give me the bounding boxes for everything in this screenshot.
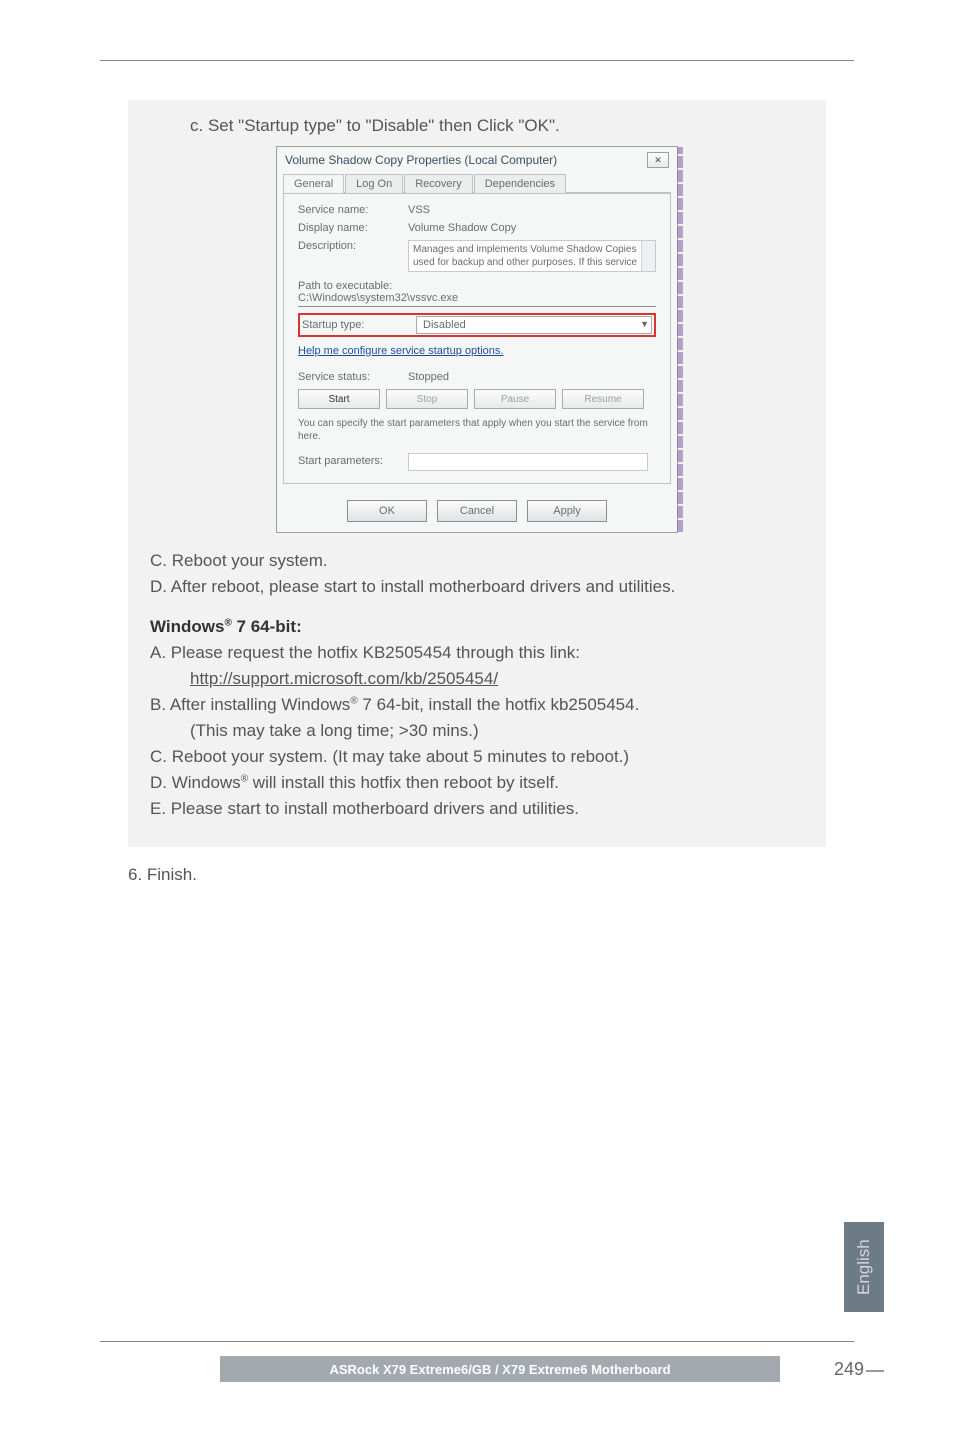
reg-mark-3: ® bbox=[241, 773, 248, 784]
dialog-wrap: Volume Shadow Copy Properties (Local Com… bbox=[150, 146, 804, 533]
striped-edge bbox=[677, 147, 683, 532]
resume-button: Resume bbox=[562, 389, 644, 409]
close-button[interactable]: ✕ bbox=[647, 152, 669, 168]
stop-button: Stop bbox=[386, 389, 468, 409]
w64-B-note: (This may take a long time; >30 mins.) bbox=[190, 721, 804, 741]
footer-bar: ASRock X79 Extreme6/GB / X79 Extreme6 Mo… bbox=[220, 1356, 780, 1382]
startup-dropdown[interactable]: Disabled ▼ bbox=[416, 316, 652, 334]
footer-text: ASRock X79 Extreme6/GB / X79 Extreme6 Mo… bbox=[329, 1362, 670, 1377]
win64-heading: Windows® 7 64-bit: bbox=[150, 617, 804, 637]
w64-B2: 7 64-bit, install the hotfix kb2505454. bbox=[358, 695, 640, 714]
w64-D2: will install this hotfix then reboot by … bbox=[248, 773, 559, 792]
reg-mark-1: ® bbox=[224, 617, 231, 628]
line-after-reboot: D. After reboot, please start to install… bbox=[150, 577, 804, 597]
display-name-label: Display name: bbox=[298, 222, 408, 234]
display-name-value: Volume Shadow Copy bbox=[408, 222, 656, 234]
finish-line: 6. Finish. bbox=[128, 865, 826, 885]
w64-A: A. Please request the hotfix KB2505454 t… bbox=[150, 643, 804, 663]
help-link[interactable]: Help me configure service startup option… bbox=[298, 345, 503, 357]
properties-dialog: Volume Shadow Copy Properties (Local Com… bbox=[276, 146, 678, 533]
status-label: Service status: bbox=[298, 371, 408, 383]
startup-value: Disabled bbox=[423, 319, 466, 331]
apply-button[interactable]: Apply bbox=[527, 500, 607, 522]
w64-E: E. Please start to install motherboard d… bbox=[150, 799, 804, 819]
ok-button[interactable]: OK bbox=[347, 500, 427, 522]
dialog-footer: OK Cancel Apply bbox=[277, 490, 677, 532]
win-heading-b: 7 64-bit: bbox=[232, 617, 302, 636]
service-name-value: VSS bbox=[408, 204, 656, 216]
pause-button: Pause bbox=[474, 389, 556, 409]
start-hint: You can specify the start parameters tha… bbox=[298, 417, 656, 443]
start-button[interactable]: Start bbox=[298, 389, 380, 409]
path-value: C:\Windows\system32\vssvc.exe bbox=[298, 290, 656, 307]
params-label: Start parameters: bbox=[298, 455, 408, 467]
service-buttons: Start Stop Pause Resume bbox=[298, 389, 656, 409]
close-icon: ✕ bbox=[654, 155, 662, 166]
instruction-box: c. Set "Startup type" to "Disable" then … bbox=[128, 100, 826, 847]
service-name-label: Service name: bbox=[298, 204, 408, 216]
chevron-down-icon: ▼ bbox=[640, 319, 649, 329]
page-number: 249 bbox=[834, 1359, 864, 1380]
top-rule bbox=[100, 60, 854, 61]
w64-B1: B. After installing Windows bbox=[150, 695, 350, 714]
description-text: Manages and implements Volume Shadow Cop… bbox=[413, 244, 637, 268]
w64-B: B. After installing Windows® 7 64-bit, i… bbox=[150, 695, 804, 715]
w64-A-link[interactable]: http://support.microsoft.com/kb/2505454/ bbox=[190, 669, 498, 688]
line-reboot: C. Reboot your system. bbox=[150, 551, 804, 571]
startup-highlight: Startup type: Disabled ▼ bbox=[298, 313, 656, 337]
language-tab: English bbox=[844, 1222, 884, 1312]
tabs: General Log On Recovery Dependencies bbox=[283, 173, 671, 193]
bottom-rule bbox=[100, 1341, 854, 1342]
w64-C: C. Reboot your system. (It may take abou… bbox=[150, 747, 804, 767]
w64-D: D. Windows® will install this hotfix the… bbox=[150, 773, 804, 793]
reg-mark-2: ® bbox=[350, 695, 357, 706]
description-label: Description: bbox=[298, 240, 408, 252]
startup-label: Startup type: bbox=[302, 319, 408, 331]
win-heading-a: Windows bbox=[150, 617, 224, 636]
description-box: Manages and implements Volume Shadow Cop… bbox=[408, 240, 656, 272]
status-value: Stopped bbox=[408, 371, 656, 383]
cancel-button[interactable]: Cancel bbox=[437, 500, 517, 522]
w64-D1: D. Windows bbox=[150, 773, 241, 792]
params-input[interactable] bbox=[408, 453, 648, 471]
tab-logon[interactable]: Log On bbox=[345, 174, 403, 193]
tab-recovery[interactable]: Recovery bbox=[404, 174, 472, 193]
tab-general[interactable]: General bbox=[283, 174, 344, 193]
dialog-title: Volume Shadow Copy Properties (Local Com… bbox=[285, 153, 557, 167]
description-scrollbar[interactable] bbox=[641, 241, 655, 271]
page-number-dash bbox=[866, 1370, 884, 1372]
tab-dependencies[interactable]: Dependencies bbox=[474, 174, 566, 193]
language-label: English bbox=[854, 1239, 874, 1295]
dialog-title-bar: Volume Shadow Copy Properties (Local Com… bbox=[277, 147, 677, 173]
dialog-body: Service name: VSS Display name: Volume S… bbox=[283, 193, 671, 484]
step-c-text: c. Set "Startup type" to "Disable" then … bbox=[190, 116, 804, 136]
content: c. Set "Startup type" to "Disable" then … bbox=[128, 100, 826, 885]
